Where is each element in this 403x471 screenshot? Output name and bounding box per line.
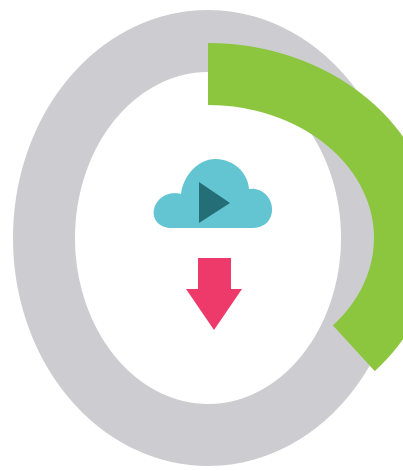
download-arrow-icon (186, 258, 242, 330)
download-progress-graphic (0, 10, 403, 466)
download-progress-ring (0, 0, 403, 471)
cloud-play-icon (153, 159, 273, 228)
